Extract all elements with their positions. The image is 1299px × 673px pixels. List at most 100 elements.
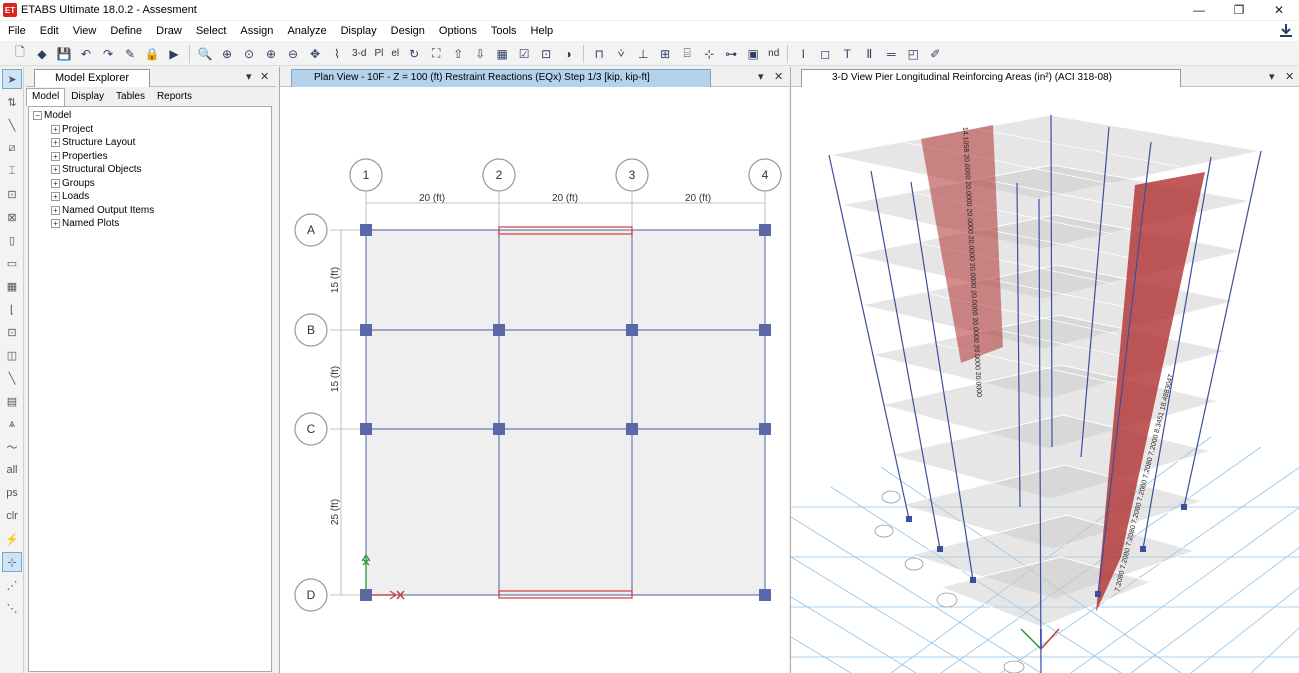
section-cut-icon[interactable]: ⊹ <box>699 44 719 64</box>
panel-close-icon[interactable]: ✕ <box>1285 70 1294 83</box>
menu-file[interactable]: File <box>0 25 33 37</box>
draw-wall-stack-icon[interactable]: ◫ <box>2 345 22 365</box>
move-down-icon[interactable]: ⇩ <box>470 44 490 64</box>
menu-assign[interactable]: Assign <box>233 25 280 37</box>
download-icon[interactable] <box>1279 23 1293 39</box>
tree-item-named-plots[interactable]: + Named Plots <box>33 217 267 231</box>
grid-bubble-B[interactable]: B <box>294 313 328 347</box>
panel-dropdown-icon[interactable]: ▾ <box>758 70 764 83</box>
nd-button[interactable]: nd <box>765 44 782 64</box>
redo-icon[interactable]: ↷ <box>98 44 118 64</box>
tree-item-structural-objects[interactable]: + Structural Objects <box>33 163 267 177</box>
draw-link-icon[interactable]: ╲ <box>2 368 22 388</box>
snap-icon[interactable]: ▣ <box>743 44 763 64</box>
snap-lines-icon[interactable]: ⋰ <box>2 575 22 595</box>
tree-item-named-output-items[interactable]: + Named Output Items <box>33 204 267 218</box>
menu-tools[interactable]: Tools <box>484 25 524 37</box>
set-display-options-icon[interactable]: ☑ <box>514 44 534 64</box>
virtual-work-icon[interactable]: ⊶ <box>721 44 741 64</box>
grid-bubble-2[interactable]: 2 <box>482 158 516 192</box>
rotate-icon[interactable]: ↻ <box>404 44 424 64</box>
column[interactable] <box>759 224 771 236</box>
draw-wall-icon[interactable]: ⌊ <box>2 299 22 319</box>
snap-ends-icon[interactable]: ⋱ <box>2 598 22 618</box>
wall-section-icon[interactable]: Ⅱ <box>859 44 879 64</box>
tree-item-groups[interactable]: + Groups <box>33 177 267 191</box>
restore-icon[interactable]: ❐ <box>1219 0 1259 20</box>
menu-design[interactable]: Design <box>384 25 432 37</box>
grid-bubble-1[interactable]: 1 <box>349 158 383 192</box>
menu-options[interactable]: Options <box>432 25 484 37</box>
menu-display[interactable]: Display <box>334 25 384 37</box>
tab-reports[interactable]: Reports <box>151 88 198 106</box>
tree-item-loads[interactable]: + Loads <box>33 190 267 204</box>
menu-edit[interactable]: Edit <box>33 25 66 37</box>
tree-item-structure-layout[interactable]: + Structure Layout <box>33 136 267 150</box>
plan-view-canvas[interactable]: 20 (ft) 20 (ft) 20 (ft) 15 (ft) 15 (ft) … <box>280 87 790 673</box>
expand-icon[interactable]: + <box>51 219 60 229</box>
3d-view-canvas[interactable]: 14.1058 20.0000 20.0000 20.0000 20.0000 … <box>791 87 1299 673</box>
shell-stress-icon[interactable]: ⊥ <box>633 44 653 64</box>
close-icon[interactable]: ✕ <box>1259 0 1299 20</box>
tab-model[interactable]: Model <box>26 88 66 106</box>
zoom-in-icon[interactable]: ⊕ <box>261 44 281 64</box>
draw-section-cut-icon[interactable]: ⩓ <box>2 414 22 434</box>
column[interactable] <box>493 423 505 435</box>
undo-icon[interactable]: ↶ <box>76 44 96 64</box>
save-icon[interactable]: 💾 <box>54 44 74 64</box>
expand-icon[interactable]: + <box>51 138 60 148</box>
lock-icon[interactable]: 🔒 <box>142 44 162 64</box>
display-deformed-icon[interactable]: ◑ <box>558 44 578 64</box>
grid-bubble-3[interactable]: 3 <box>615 158 649 192</box>
zoom-window-icon[interactable]: 🔍 <box>195 44 215 64</box>
object-shrink-icon[interactable]: ▦ <box>492 44 512 64</box>
panel-close-icon[interactable]: ✕ <box>260 70 269 83</box>
slab-section-icon[interactable]: ◰ <box>903 44 923 64</box>
tree-root[interactable]: − Model <box>33 109 267 123</box>
draw-dimension-icon[interactable]: 〜 <box>2 437 22 457</box>
draw-beam-icon[interactable]: ⊡ <box>2 184 22 204</box>
expand-icon[interactable]: + <box>51 151 60 161</box>
tree-item-properties[interactable]: + Properties <box>33 150 267 164</box>
story-response-icon[interactable]: ⌸ <box>677 44 697 64</box>
menu-help[interactable]: Help <box>524 25 561 37</box>
draw-frame-icon[interactable]: ⧄ <box>2 138 22 158</box>
reactions-icon[interactable]: ⩒ <box>611 44 631 64</box>
pointer-icon[interactable]: ➤ <box>2 69 22 89</box>
menu-define[interactable]: Define <box>103 25 149 37</box>
menu-select[interactable]: Select <box>189 25 234 37</box>
minimize-icon[interactable]: — <box>1179 0 1219 20</box>
move-up-icon[interactable]: ⇧ <box>448 44 468 64</box>
menu-view[interactable]: View <box>66 25 104 37</box>
grid-bubble-C[interactable]: C <box>294 412 328 446</box>
pan-icon[interactable]: ✥ <box>305 44 325 64</box>
column-section-icon[interactable]: ◻ <box>815 44 835 64</box>
draw-grid-floor-icon[interactable]: ▦ <box>2 276 22 296</box>
clear-select-icon[interactable]: clr <box>2 506 22 526</box>
grid-bubble-D[interactable]: D <box>294 578 328 612</box>
view-elevation-button[interactable]: el <box>388 44 402 64</box>
draw-joint-icon[interactable]: ╲ <box>2 115 22 135</box>
expand-icon[interactable]: + <box>51 205 60 215</box>
reshape-icon[interactable]: ⇅ <box>2 92 22 112</box>
open-icon[interactable]: ◆ <box>32 44 52 64</box>
zoom-restore-icon[interactable]: ⊕ <box>217 44 237 64</box>
previous-select-icon[interactable]: ps <box>2 483 22 503</box>
measure-icon[interactable]: ⌇ <box>327 44 347 64</box>
menu-draw[interactable]: Draw <box>149 25 189 37</box>
draw-rect-floor-icon[interactable]: ▭ <box>2 253 22 273</box>
snap-options-icon[interactable]: ⚡ <box>2 529 22 549</box>
tab-tables[interactable]: Tables <box>110 88 151 106</box>
draw-column-icon[interactable]: ⌶ <box>2 161 22 181</box>
expand-icon[interactable]: + <box>51 192 60 202</box>
column[interactable] <box>759 324 771 336</box>
menu-analyze[interactable]: Analyze <box>280 25 333 37</box>
draw-brace-icon[interactable]: ⊠ <box>2 207 22 227</box>
zoom-full-icon[interactable]: ⊙ <box>239 44 259 64</box>
draw-floor-icon[interactable]: ▯ <box>2 230 22 250</box>
new-model-icon[interactable]: 🗋 <box>10 44 30 64</box>
column[interactable] <box>360 423 372 435</box>
draw-tool-icon[interactable]: ✐ <box>925 44 945 64</box>
perspective-icon[interactable]: ⛶ <box>426 44 446 64</box>
grid-bubble-4[interactable]: 4 <box>748 158 782 192</box>
